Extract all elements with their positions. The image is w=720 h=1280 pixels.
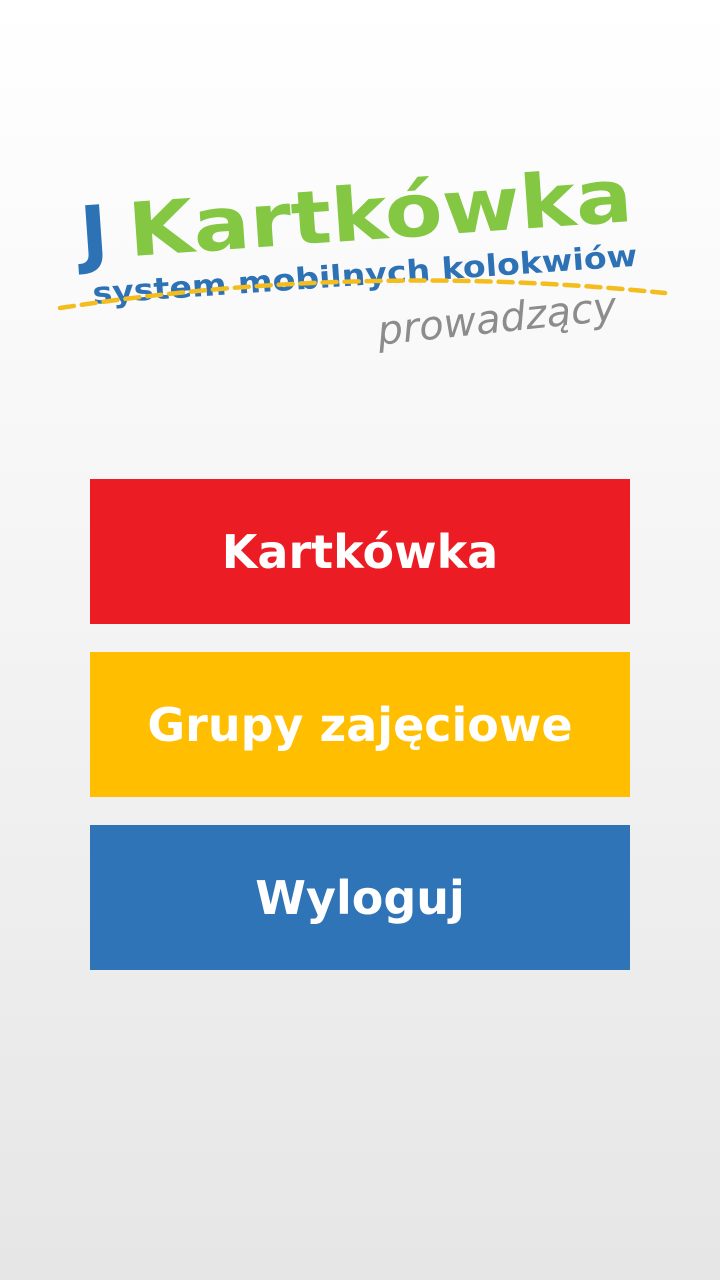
app-logo-graphic: J Kartkówka system mobilnych kolokwiów p…: [57, 153, 668, 355]
app-logo: J Kartkówka system mobilnych kolokwiów p…: [0, 0, 720, 360]
logo-role-label: prowadzący: [374, 284, 620, 355]
logout-button[interactable]: Wyloguj: [90, 825, 630, 970]
logout-button-label: Wyloguj: [255, 870, 465, 925]
kartkowka-button-label: Kartkówka: [221, 524, 499, 579]
class-groups-button-label: Grupy zajęciowe: [147, 697, 573, 752]
logo-letter-j: J: [72, 190, 110, 278]
class-groups-button[interactable]: Grupy zajęciowe: [90, 652, 630, 797]
kartkowka-button[interactable]: Kartkówka: [90, 479, 630, 624]
